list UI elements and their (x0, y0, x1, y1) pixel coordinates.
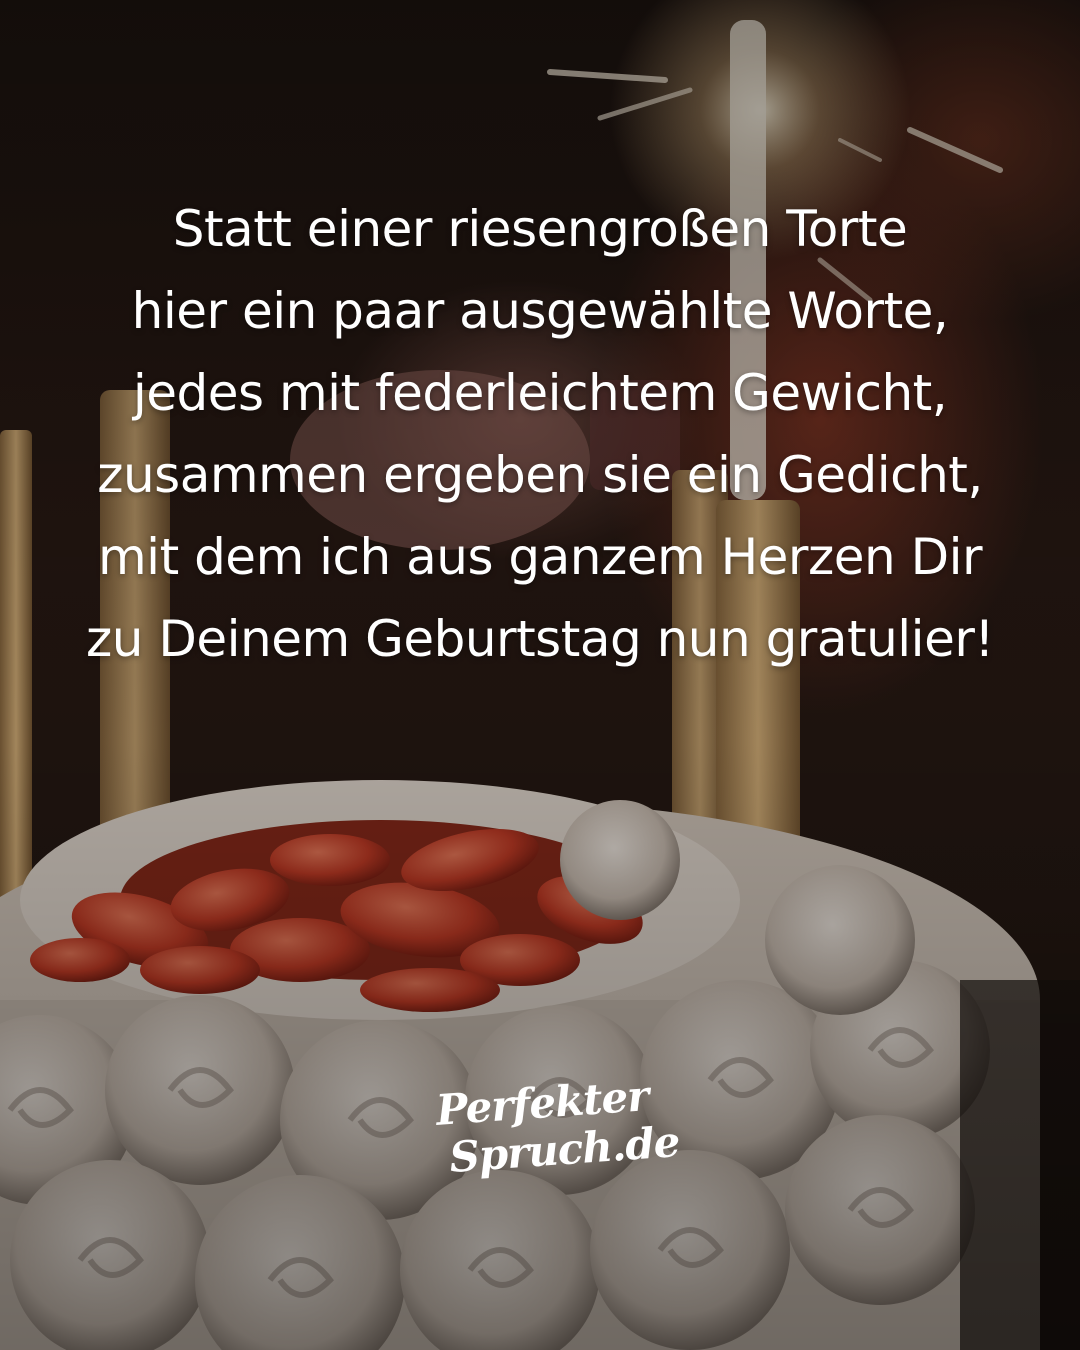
poem-line: Statt einer riesengroßen Torte (172, 200, 908, 258)
poem-line: mit dem ich aus ganzem Herzen Dir (97, 528, 983, 586)
birthday-poem: Statt einer riesengroßen Torte hier ein … (20, 188, 1060, 680)
poem-line: zusammen ergeben sie ein Gedicht, (97, 446, 983, 504)
poem-line: zu Deinem Geburtstag nun gratulier! (86, 610, 994, 668)
background-photo: Statt einer riesengroßen Torte hier ein … (0, 0, 1080, 1350)
poem-line: jedes mit federleichtem Gewicht, (132, 364, 948, 422)
perfekter-spruch-logo: Perfekter Spruch.de (426, 1070, 680, 1196)
poem-line: hier ein paar ausgewählte Worte, (131, 282, 949, 340)
